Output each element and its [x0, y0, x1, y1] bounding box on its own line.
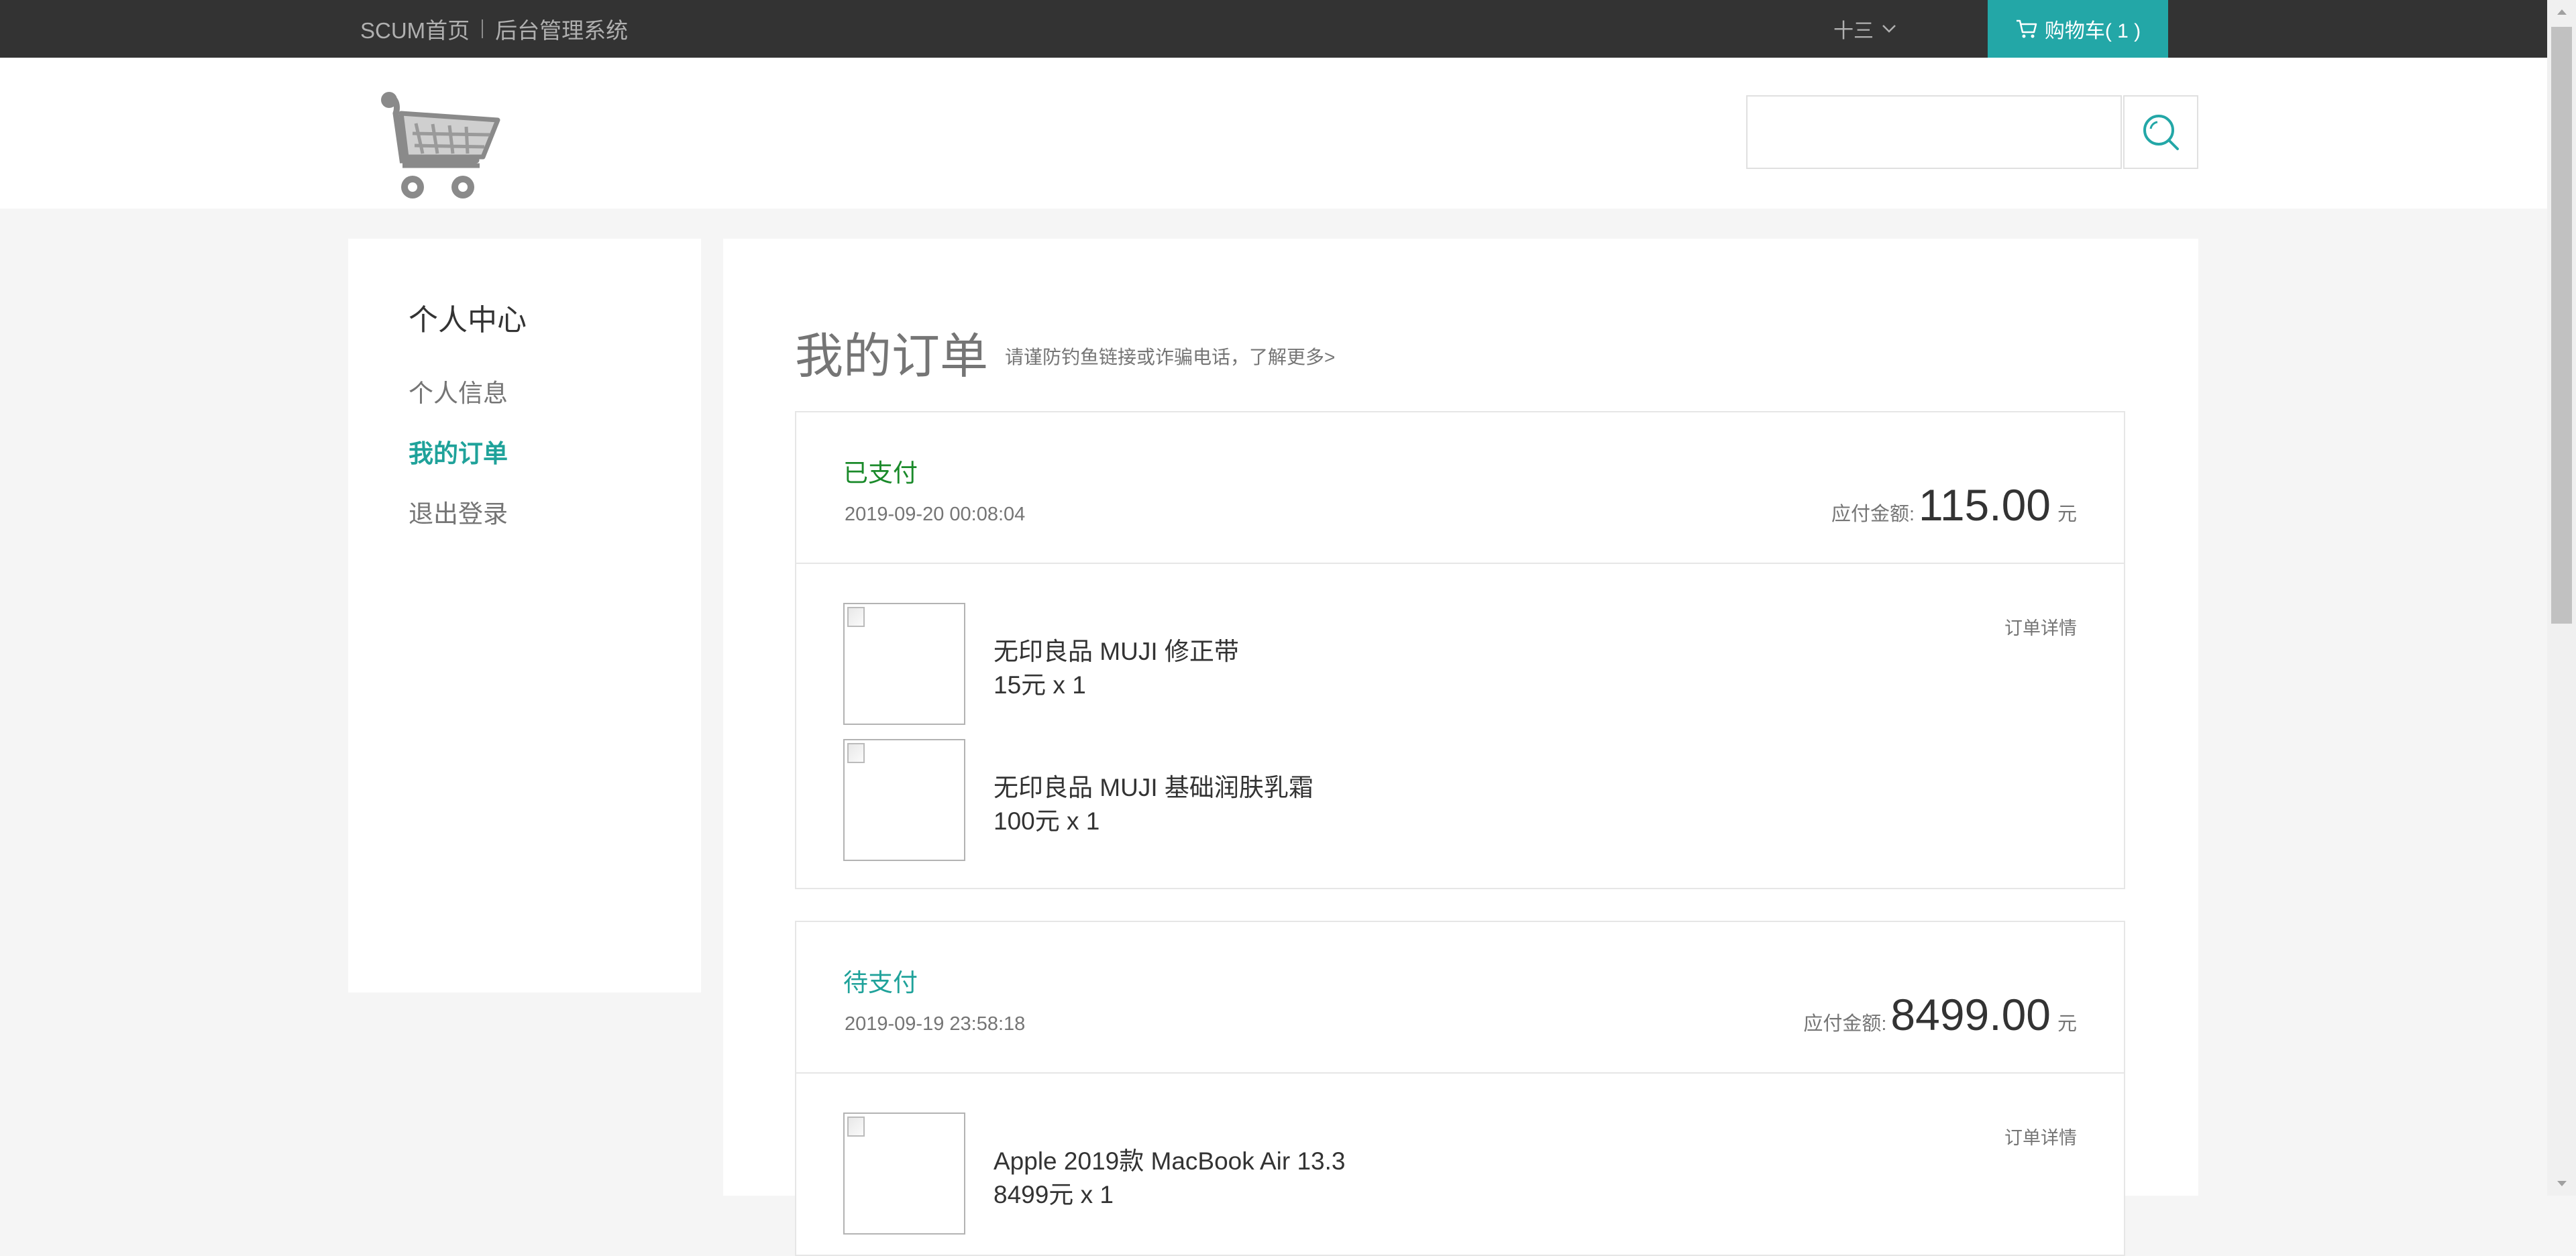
order-header: 待支付 2019-09-19 23:58:18 应付金额: 8499.00 元	[796, 922, 2124, 1074]
search-icon	[2143, 115, 2179, 150]
amount-value: 115.00	[1919, 480, 2051, 530]
scroll-up-icon[interactable]	[2547, 0, 2576, 24]
site-header	[0, 58, 2576, 209]
logo-cart-icon[interactable]	[376, 87, 503, 211]
product-name[interactable]: 无印良品 MUJI 修正带	[994, 631, 1239, 667]
order-status: 已支付	[843, 459, 918, 487]
product-price-qty: 100元 x 1	[994, 807, 1100, 835]
order-detail-link[interactable]: 订单详情	[2004, 1123, 2077, 1149]
product-name[interactable]: 无印良品 MUJI 基础润肤乳霜	[994, 767, 1313, 803]
order-amount: 应付金额: 115.00 元	[1831, 479, 2077, 530]
scroll-down-icon[interactable]	[2547, 1172, 2576, 1196]
page-scrollbar[interactable]	[2547, 0, 2576, 1196]
order-detail-link[interactable]: 订单详情	[2004, 614, 2077, 640]
search-button[interactable]	[2123, 95, 2198, 169]
top-links: SCUM首页 后台管理系统	[360, 0, 628, 58]
sidebar-title: 个人中心	[409, 304, 527, 337]
username: 十三	[1833, 20, 1874, 42]
order-date: 2019-09-19 23:58:18	[845, 1013, 1026, 1035]
admin-link[interactable]: 后台管理系统	[495, 13, 628, 45]
order-card: 待支付 2019-09-19 23:58:18 应付金额: 8499.00 元 …	[795, 921, 2125, 1256]
product-image[interactable]	[843, 739, 965, 861]
sidebar-item-profile[interactable]: 个人信息	[409, 373, 508, 409]
anti-fraud-notice-link[interactable]: 请谨防钓鱼链接或诈骗电话，了解更多>	[1005, 343, 1335, 369]
amount-value: 8499.00	[1890, 990, 2051, 1039]
chevron-down-icon	[1882, 25, 1896, 33]
product-price-qty: 8499元 x 1	[994, 1181, 1114, 1208]
order-card: 已支付 2019-09-20 00:08:04 应付金额: 115.00 元 订…	[795, 411, 2125, 889]
order-amount: 应付金额: 8499.00 元	[1803, 989, 2077, 1040]
search-input[interactable]	[1746, 95, 2122, 169]
order-header: 已支付 2019-09-20 00:08:04 应付金额: 115.00 元	[796, 412, 2124, 564]
amount-label: 应付金额:	[1831, 504, 1915, 525]
product-image[interactable]	[843, 603, 965, 725]
scrollbar-thumb[interactable]	[2551, 27, 2572, 624]
product-name[interactable]: Apple 2019款 MacBook Air 13.3	[994, 1141, 1346, 1177]
amount-unit: 元	[2057, 1013, 2077, 1035]
account-sidebar: 个人中心 个人信息 我的订单 退出登录	[348, 239, 701, 992]
product-image[interactable]	[843, 1112, 965, 1235]
top-nav-bar: SCUM首页 后台管理系统 十三 购物车( 1 )	[0, 0, 2576, 58]
cart-button[interactable]: 购物车( 1 )	[1988, 0, 2168, 58]
order-date: 2019-09-20 00:08:04	[845, 504, 1026, 525]
link-divider	[482, 19, 484, 38]
product-price-qty: 15元 x 1	[994, 671, 1086, 699]
sidebar-item-orders[interactable]: 我的订单	[409, 433, 508, 469]
amount-unit: 元	[2057, 504, 2077, 525]
orders-panel: 我的订单 请谨防钓鱼链接或诈骗电话，了解更多> 已支付 2019-09-20 0…	[723, 239, 2198, 1256]
amount-label: 应付金额:	[1803, 1013, 1887, 1035]
home-link[interactable]: SCUM首页	[360, 13, 470, 45]
page-title: 我的订单	[795, 330, 989, 384]
user-menu[interactable]: 十三	[1833, 0, 1896, 58]
sidebar-item-logout[interactable]: 退出登录	[409, 494, 508, 530]
order-status: 待支付	[843, 969, 918, 996]
cart-label: 购物车( 1 )	[2044, 20, 2141, 42]
cart-icon	[2016, 19, 2037, 38]
